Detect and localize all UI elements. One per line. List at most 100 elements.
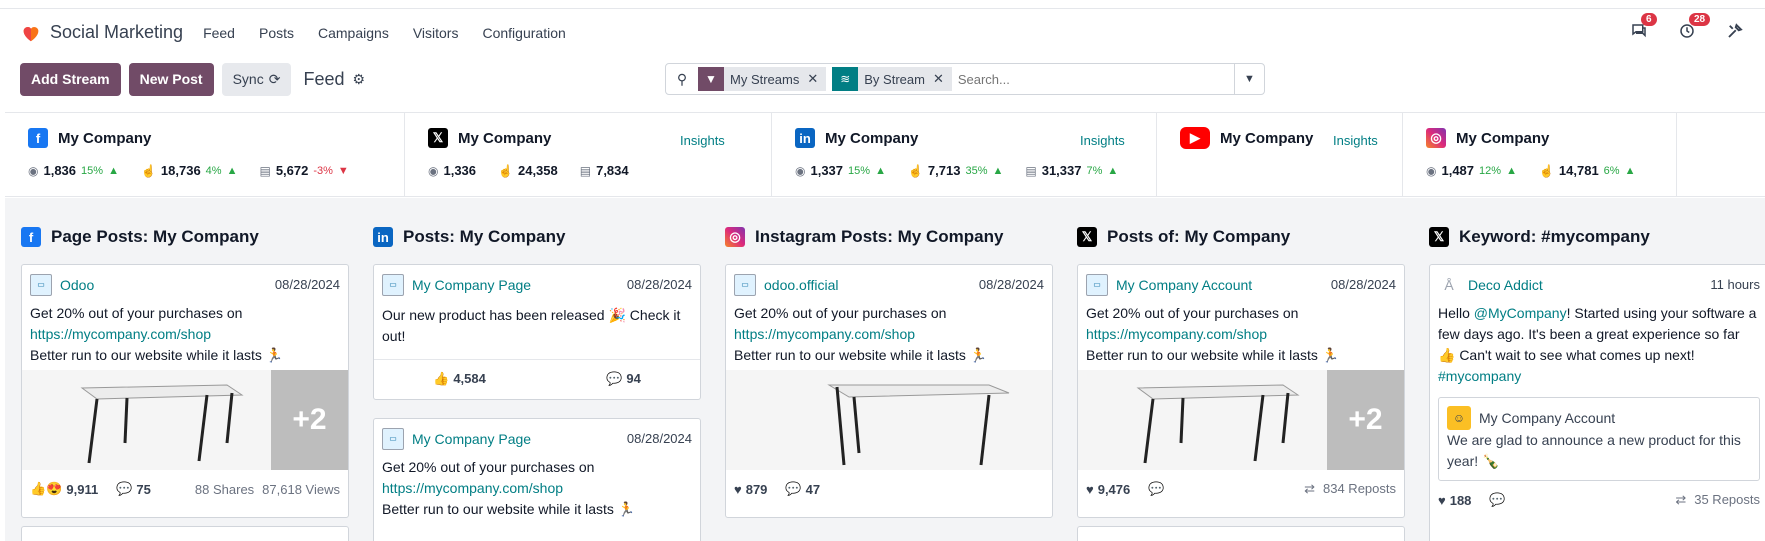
avatar: Å xyxy=(1438,273,1460,296)
post-image[interactable] xyxy=(22,370,271,470)
comments-count[interactable]: 💬 94 xyxy=(606,371,641,387)
quote-text: We are glad to announce a new product fo… xyxy=(1447,432,1741,469)
post-link[interactable]: https://mycompany.com/shop xyxy=(1086,324,1396,345)
post-card[interactable] xyxy=(21,526,349,541)
menu-posts[interactable]: Posts xyxy=(259,25,294,41)
messages-icon[interactable]: 6 xyxy=(1629,13,1657,41)
post-card[interactable] xyxy=(1077,526,1405,541)
post-card[interactable]: ▭ Odoo 08/28/2024 Get 20% out of your purc… xyxy=(21,264,349,518)
stat-value: 1,336 xyxy=(443,163,477,178)
likes-count[interactable]: ♥ 879 xyxy=(734,482,767,497)
remove-facet-icon[interactable]: ✕ xyxy=(933,71,952,87)
post-date: 08/28/2024 xyxy=(626,277,692,292)
search-icon[interactable]: ⚲ xyxy=(666,71,698,88)
quoted-post[interactable]: ☺ My Company Account We are glad to annou… xyxy=(1438,397,1760,481)
comments-count[interactable]: 💬 xyxy=(1489,492,1505,508)
account-youtube[interactable]: ▶ My Company Insights xyxy=(1157,113,1403,196)
stream-column-linkedin: in Posts: My Company ▭ My Company Page 08/2… xyxy=(357,198,701,541)
insights-link[interactable]: Insights xyxy=(1333,133,1378,148)
new-post-button[interactable]: New Post xyxy=(128,62,214,96)
post-hashtag[interactable]: #mycompany xyxy=(1438,366,1760,387)
reposts-count[interactable]: 35 Reposts xyxy=(1694,492,1760,508)
post-image[interactable] xyxy=(726,370,1052,470)
menu-configuration[interactable]: Configuration xyxy=(482,25,565,41)
app-name[interactable]: Social Marketing xyxy=(50,22,183,43)
search-options-toggle[interactable]: ▼ xyxy=(1234,64,1264,94)
post-link[interactable]: https://mycompany.com/shop xyxy=(30,324,340,345)
stat-trend: 4% xyxy=(205,164,222,177)
comment-icon: 💬 xyxy=(785,481,802,496)
youtube-icon: ▶ xyxy=(1180,127,1210,149)
post-mention[interactable]: @MyCompany xyxy=(1474,305,1567,321)
account-facebook[interactable]: f My Company ◉ 1,836 15% ▲ ☝ 18,736 4% ▲ ▤ 5,672… xyxy=(5,113,405,196)
post-message: Get 20% out of your purchases on https:/… xyxy=(726,295,1052,366)
post-author[interactable]: My Company Page xyxy=(412,277,627,293)
post-author[interactable]: My Company Account xyxy=(1116,277,1331,293)
post-author[interactable]: Odoo xyxy=(60,277,275,293)
post-link[interactable]: https://mycompany.com/shop xyxy=(382,478,692,499)
post-images[interactable]: +2 xyxy=(1078,370,1404,470)
stat-value: 18,736 xyxy=(160,163,201,178)
post-card[interactable]: Å Deco Addict 11 hours Hello @MyCompany! S… xyxy=(1429,264,1765,541)
tools-icon[interactable] xyxy=(1725,21,1745,41)
stat-trend: 15% xyxy=(81,164,104,177)
sync-button[interactable]: Sync ⟳ xyxy=(221,62,292,96)
stat-value: 14,781 xyxy=(1558,163,1599,178)
post-text: Better run to our website while it lasts… xyxy=(1086,347,1340,363)
facet-label: By Stream xyxy=(864,71,925,87)
reposts-count[interactable]: 834 Reposts xyxy=(1323,481,1396,497)
menu-visitors[interactable]: Visitors xyxy=(413,25,459,41)
post-text: Hello xyxy=(1438,305,1474,321)
heart-icon: ♥ xyxy=(1438,492,1446,508)
post-card[interactable]: ▭ My Company Page 08/28/2024 Get 20% out o… xyxy=(373,418,701,541)
engagement-icon: ☝ xyxy=(1538,163,1554,178)
likes-count[interactable]: ♥ 188 xyxy=(1438,493,1471,508)
avatar: ▭ xyxy=(734,273,756,296)
post-author[interactable]: Deco Addict xyxy=(1468,277,1710,293)
post-link[interactable]: https://mycompany.com/shop xyxy=(734,324,1044,345)
insights-link[interactable]: Insights xyxy=(680,133,725,148)
repost-icon: ⇄ xyxy=(1304,481,1315,496)
instagram-icon: ◎ xyxy=(725,227,745,247)
post-message: Get 20% out of your purchases on https:/… xyxy=(22,295,348,366)
heart-icon: ♥ xyxy=(734,481,742,497)
insights-link[interactable]: Insights xyxy=(1080,133,1125,148)
post-card[interactable]: ▭ odoo.official 08/28/2024 Get 20% out of … xyxy=(725,264,1053,518)
post-card[interactable]: ▭ My Company Page 08/28/2024 Our new produ… xyxy=(373,264,701,400)
stat-value: 24,358 xyxy=(517,163,558,178)
messages-badge: 6 xyxy=(1641,13,1657,26)
post-card[interactable]: ▭ My Company Account 08/28/2024 Get 20% ou… xyxy=(1077,264,1405,518)
stream-title: Instagram Posts: My Company xyxy=(755,227,1004,246)
account-linkedin[interactable]: in My Company Insights ◉ 1,337 15% ▲ ☝ 7,713 3… xyxy=(772,113,1157,196)
post-author[interactable]: odoo.official xyxy=(764,277,979,293)
account-x[interactable]: 𝕏 My Company Insights ◉ 1,336 ☝ 24,358 ▤ 7,8… xyxy=(405,113,772,196)
comments-count[interactable]: 💬 47 xyxy=(785,481,820,497)
post-image[interactable] xyxy=(1078,370,1327,470)
avatar: ▭ xyxy=(382,273,404,296)
activities-icon[interactable]: 28 xyxy=(1677,13,1711,41)
menu-campaigns[interactable]: Campaigns xyxy=(318,25,389,41)
stories-icon: ▤ xyxy=(579,163,592,178)
likes-count[interactable]: ♥ 9,476 xyxy=(1086,482,1130,497)
post-images[interactable] xyxy=(726,370,1052,470)
filter-icon: ▼ xyxy=(698,67,724,91)
comments-count[interactable]: 💬 xyxy=(1148,481,1164,497)
facebook-icon: f xyxy=(28,128,48,148)
gear-icon[interactable]: ⚙ xyxy=(352,71,365,88)
social-marketing-logo[interactable] xyxy=(20,22,42,44)
menu-feed[interactable]: Feed xyxy=(203,25,235,41)
more-images[interactable]: +2 xyxy=(1327,370,1404,470)
more-images[interactable]: +2 xyxy=(271,370,348,470)
post-author[interactable]: My Company Page xyxy=(412,431,627,447)
post-images[interactable]: +2 xyxy=(22,370,348,470)
remove-facet-icon[interactable]: ✕ xyxy=(807,71,826,87)
x-icon: 𝕏 xyxy=(428,128,448,148)
stat-value: 7,713 xyxy=(927,163,961,178)
add-stream-button[interactable]: Add Stream xyxy=(20,62,121,96)
account-instagram[interactable]: ◎ My Company ◉ 1,487 12% ▲ ☝ 14,781 6% ▲ xyxy=(1403,113,1677,196)
stream-title: Page Posts: My Company xyxy=(51,227,259,246)
activities-badge: 28 xyxy=(1689,13,1711,26)
search-input[interactable] xyxy=(957,71,1234,87)
likes-count[interactable]: 👍 4,584 xyxy=(433,371,486,387)
comments-count[interactable]: 💬 75 xyxy=(116,481,151,497)
